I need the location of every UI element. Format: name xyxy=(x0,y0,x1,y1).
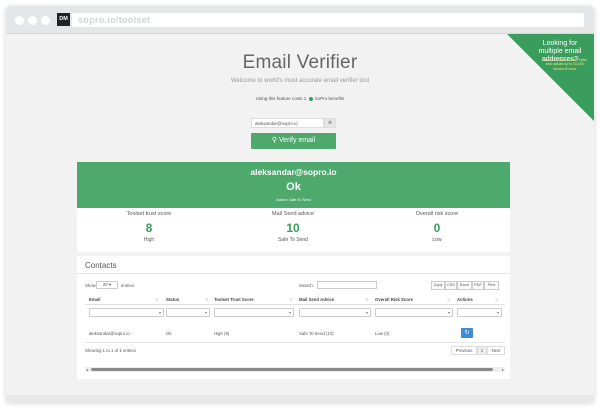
email-filter-select[interactable]: ▾ xyxy=(89,308,164,317)
browser-window: DM sopro.io/toolset Email Verifier Welco… xyxy=(6,6,594,402)
scroll-right-icon[interactable]: ▸ xyxy=(502,367,504,372)
promo-text[interactable]: Switch to Bulk Email Finder and upload u… xyxy=(541,58,589,71)
chevron-down-icon: ▾ xyxy=(496,310,499,315)
divider xyxy=(77,273,510,274)
contacts-title: Contacts xyxy=(85,261,117,270)
column-header-email[interactable]: Email xyxy=(89,297,100,302)
header-divider xyxy=(85,304,505,305)
verify-email-button[interactable]: ⚲ Verify email xyxy=(251,133,336,149)
cost-suffix: SoPro benefits xyxy=(314,96,345,101)
sort-icon[interactable]: ⇅ xyxy=(365,297,368,302)
cost-note: Using this feature costs 1 SoPro benefit… xyxy=(6,96,594,101)
page-footer xyxy=(6,395,594,402)
cell-send-advice: Safe To Send (10) xyxy=(299,331,334,336)
sort-icon[interactable]: ⇅ xyxy=(495,297,498,302)
chevron-down-icon: ▾ xyxy=(108,282,112,287)
column-header-status[interactable]: Status xyxy=(166,297,179,302)
previous-page-button[interactable]: Previous xyxy=(451,346,477,355)
show-label: Show xyxy=(85,283,96,288)
print-button[interactable]: Print xyxy=(484,281,499,290)
page-title: Email Verifier xyxy=(242,52,358,73)
scrollbar-thumb[interactable] xyxy=(91,368,493,371)
window-close-dot[interactable] xyxy=(15,16,24,25)
entries-label: entries xyxy=(121,283,134,288)
cell-status: Ok xyxy=(166,331,172,336)
send-advice-filter-select[interactable]: ▾ xyxy=(299,308,371,317)
contacts-panel: Contacts Show 20 ▾ entries Search: Copy … xyxy=(77,256,510,379)
page-subtitle: Welcome to world's most accurate email v… xyxy=(230,78,370,84)
cell-trust-score: High (8) xyxy=(214,331,230,336)
trust-score-filter-select[interactable]: ▾ xyxy=(214,308,294,317)
score-text: High xyxy=(143,237,155,243)
result-status: Ok xyxy=(286,181,301,193)
score-value: 0 xyxy=(433,221,441,235)
verify-email-label: Verify email xyxy=(278,137,316,144)
sort-icon[interactable]: ⇅ xyxy=(447,297,450,302)
cell-email: aleksandar@sopro.io xyxy=(89,331,130,336)
refresh-icon: ↻ xyxy=(464,330,470,336)
row-divider xyxy=(85,342,505,343)
chevron-down-icon: ▾ xyxy=(365,310,368,315)
email-input[interactable]: aleksandar@sopro.io xyxy=(251,118,324,128)
score-label: Toolset trust score xyxy=(126,211,172,217)
scroll-left-icon[interactable]: ◂ xyxy=(86,367,88,372)
score-label: Overall risk score xyxy=(415,211,459,217)
clear-email-button[interactable]: ⊗ xyxy=(324,118,336,128)
current-page-button[interactable]: 1 xyxy=(477,346,487,355)
window-maximize-dot[interactable] xyxy=(41,16,50,25)
score-panel: Toolset trust score 8 High Mail Send adv… xyxy=(77,208,510,252)
chevron-down-icon: ▾ xyxy=(288,310,291,315)
pdf-button[interactable]: PDF xyxy=(472,281,484,290)
reverify-button[interactable]: ↻ xyxy=(461,328,473,338)
x-circle-icon: ⊗ xyxy=(327,120,333,126)
column-header-actions: Actions xyxy=(457,297,473,302)
copy-button[interactable]: Copy xyxy=(431,281,445,290)
browser-toolbar: DM sopro.io/toolset xyxy=(6,6,594,34)
chevron-down-icon: ▾ xyxy=(447,310,450,315)
score-value: 8 xyxy=(145,221,153,235)
score-value: 10 xyxy=(286,221,300,235)
sort-icon[interactable]: ⇅ xyxy=(289,297,292,302)
chevron-down-icon: ▾ xyxy=(158,310,161,315)
page-content: Email Verifier Welcome to world's most a… xyxy=(6,34,594,402)
window-minimize-dot[interactable] xyxy=(28,16,37,25)
score-text: Safe To Send xyxy=(278,237,308,243)
sort-icon[interactable]: ⇅ xyxy=(155,297,158,302)
score-label: Mail Send advice xyxy=(272,211,314,217)
page-size-select[interactable]: 20 ▾ xyxy=(96,281,118,289)
credit-dot-icon xyxy=(308,96,313,101)
sort-icon[interactable]: ⇅ xyxy=(205,297,208,302)
column-header-trust-score[interactable]: Toolset Trust Score xyxy=(214,297,254,302)
chevron-down-icon: ▾ xyxy=(204,310,207,315)
result-advice: Advice: Safe To Send xyxy=(276,198,311,202)
column-header-send-advice[interactable]: Mail Send Advice xyxy=(299,297,334,302)
cost-prefix: Using this feature costs 1 xyxy=(255,96,307,101)
risk-score-filter-select[interactable]: ▾ xyxy=(375,308,453,317)
search-input[interactable] xyxy=(317,281,377,289)
status-filter-select[interactable]: ▾ xyxy=(166,308,210,317)
result-email: aleksandar@sopro.io xyxy=(250,167,337,177)
site-favicon-icon: DM xyxy=(57,13,70,26)
search-label: Search: xyxy=(299,283,314,288)
excel-button[interactable]: Excel xyxy=(457,281,472,290)
csv-button[interactable]: CSV xyxy=(445,281,457,290)
result-banner: aleksandar@sopro.io Ok Advice: Safe To S… xyxy=(77,162,510,208)
cell-risk-score: Low (0) xyxy=(375,331,390,336)
actions-filter-select[interactable]: ▾ xyxy=(457,308,502,317)
horizontal-scrollbar[interactable]: ◂ ▸ xyxy=(85,367,505,372)
address-bar[interactable]: sopro.io/toolset xyxy=(72,13,584,27)
page-size-value: 20 xyxy=(102,282,108,287)
search-icon: ⚲ xyxy=(271,137,277,144)
score-text: Low xyxy=(432,237,442,243)
next-page-button[interactable]: Next xyxy=(487,346,505,355)
table-info: Showing 1 to 1 of 1 entries xyxy=(85,348,136,353)
column-header-risk-score[interactable]: Overall Risk Score xyxy=(375,297,413,302)
